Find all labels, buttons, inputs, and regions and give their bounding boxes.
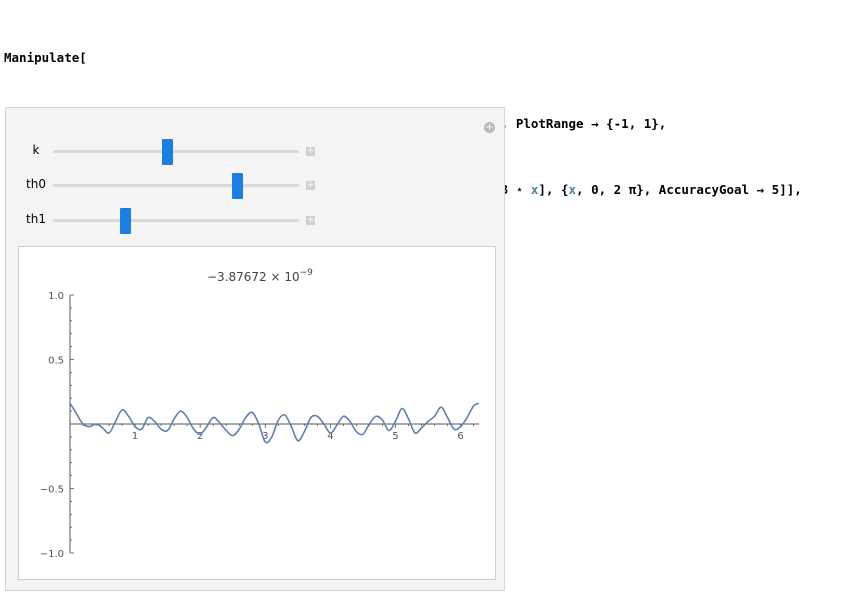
x-tick-label: 6 [457,431,463,442]
manipulate-panel: + k + th0 + th1 + −3.87672 × 10−9 1.0 0.5… [5,107,505,591]
expand-icon-th1[interactable]: + [306,216,315,225]
y-tick-label: 1.0 [48,291,64,302]
control-label-k: k [32,143,40,157]
control-th1: th1 + [6,208,336,234]
code-line-1: Manipulate[ [4,50,87,65]
slider-thumb-th0[interactable] [232,173,244,199]
x-tick-label: 1 [132,431,138,442]
control-k: k + [6,139,336,165]
y-tick-label: 0.5 [48,356,64,367]
x-tick-label: 5 [392,431,398,442]
plot-label: −3.87672 × 10−9 [207,268,313,284]
options-icon[interactable]: + [484,122,495,133]
slider-th0[interactable] [53,184,299,187]
control-label-th0: th0 [26,177,46,191]
control-th0: th0 + [6,173,336,199]
plot-output: −3.87672 × 10−9 1.0 0.5 −0.5 −1.0 1 2 3 4 5 6 [18,246,496,580]
slider-th1[interactable] [53,219,299,222]
expand-icon-k[interactable]: + [306,147,315,156]
slider-thumb-th1[interactable] [120,208,132,234]
slider-k[interactable] [53,150,299,153]
y-tick-label: −1.0 [40,549,64,560]
slider-thumb-k[interactable] [162,139,174,165]
expand-icon-th0[interactable]: + [306,181,315,190]
control-label-th1: th1 [26,212,46,226]
plot-svg: −3.87672 × 10−9 1.00.5−0.5−1.01 2 3 4 5 6 [40,268,480,560]
y-tick-label: −0.5 [40,485,64,496]
